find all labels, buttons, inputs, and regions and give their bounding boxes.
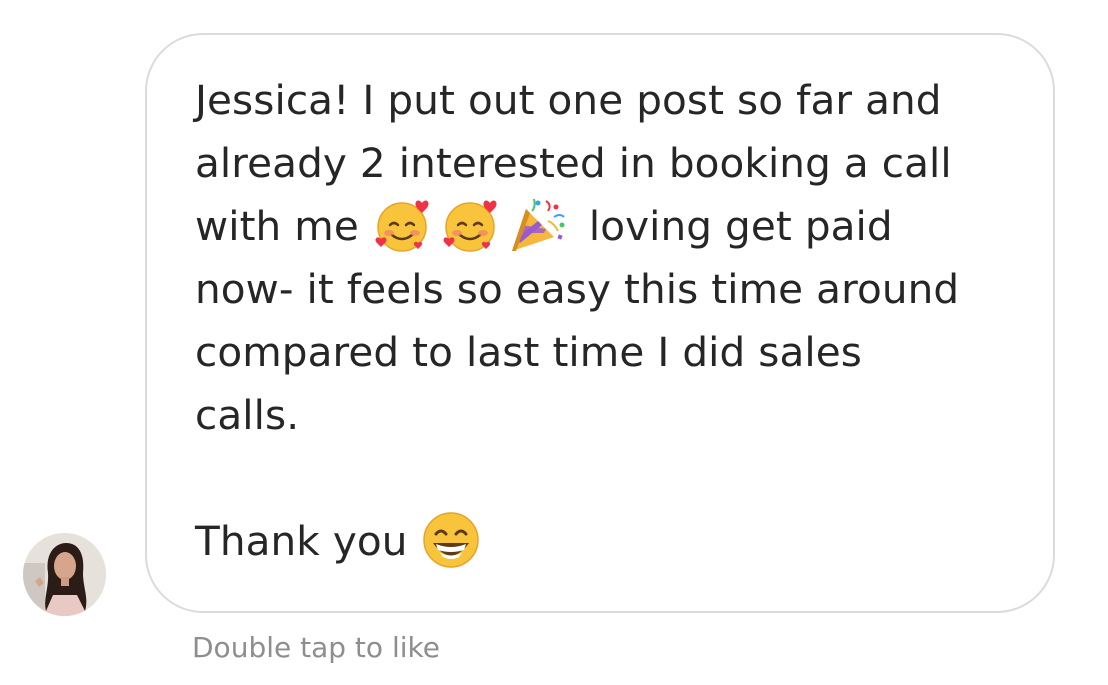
message-text: Jessica! I put out one post so far and a… (195, 69, 1025, 573)
smiling-face-with-hearts-icon (372, 195, 432, 255)
profile-photo-icon (23, 533, 106, 616)
message-segment: with me (195, 202, 359, 250)
smiling-face-with-hearts-icon (440, 195, 500, 255)
message-line: compared to last time I did sales (195, 328, 862, 376)
message-line: now- it feels so easy this time around (195, 265, 960, 313)
message-line: with me loving get paid (195, 195, 1025, 258)
message-line: calls. (195, 391, 300, 439)
grinning-face-with-smiling-eyes-icon (421, 510, 481, 570)
message-line: Jessica! I put out one post so far and (195, 76, 942, 124)
message-segment: loving get paid (588, 202, 893, 250)
party-popper-icon (508, 195, 568, 255)
message-bubble[interactable]: Jessica! I put out one post so far and a… (145, 33, 1055, 613)
message-line: already 2 interested in booking a call (195, 139, 952, 187)
message-line: Thank you (195, 510, 1025, 573)
sender-avatar[interactable] (23, 533, 106, 616)
message-row: Jessica! I put out one post so far and a… (0, 0, 1108, 685)
message-segment: Thank you (195, 517, 408, 565)
double-tap-to-like-hint: Double tap to like (192, 631, 440, 664)
